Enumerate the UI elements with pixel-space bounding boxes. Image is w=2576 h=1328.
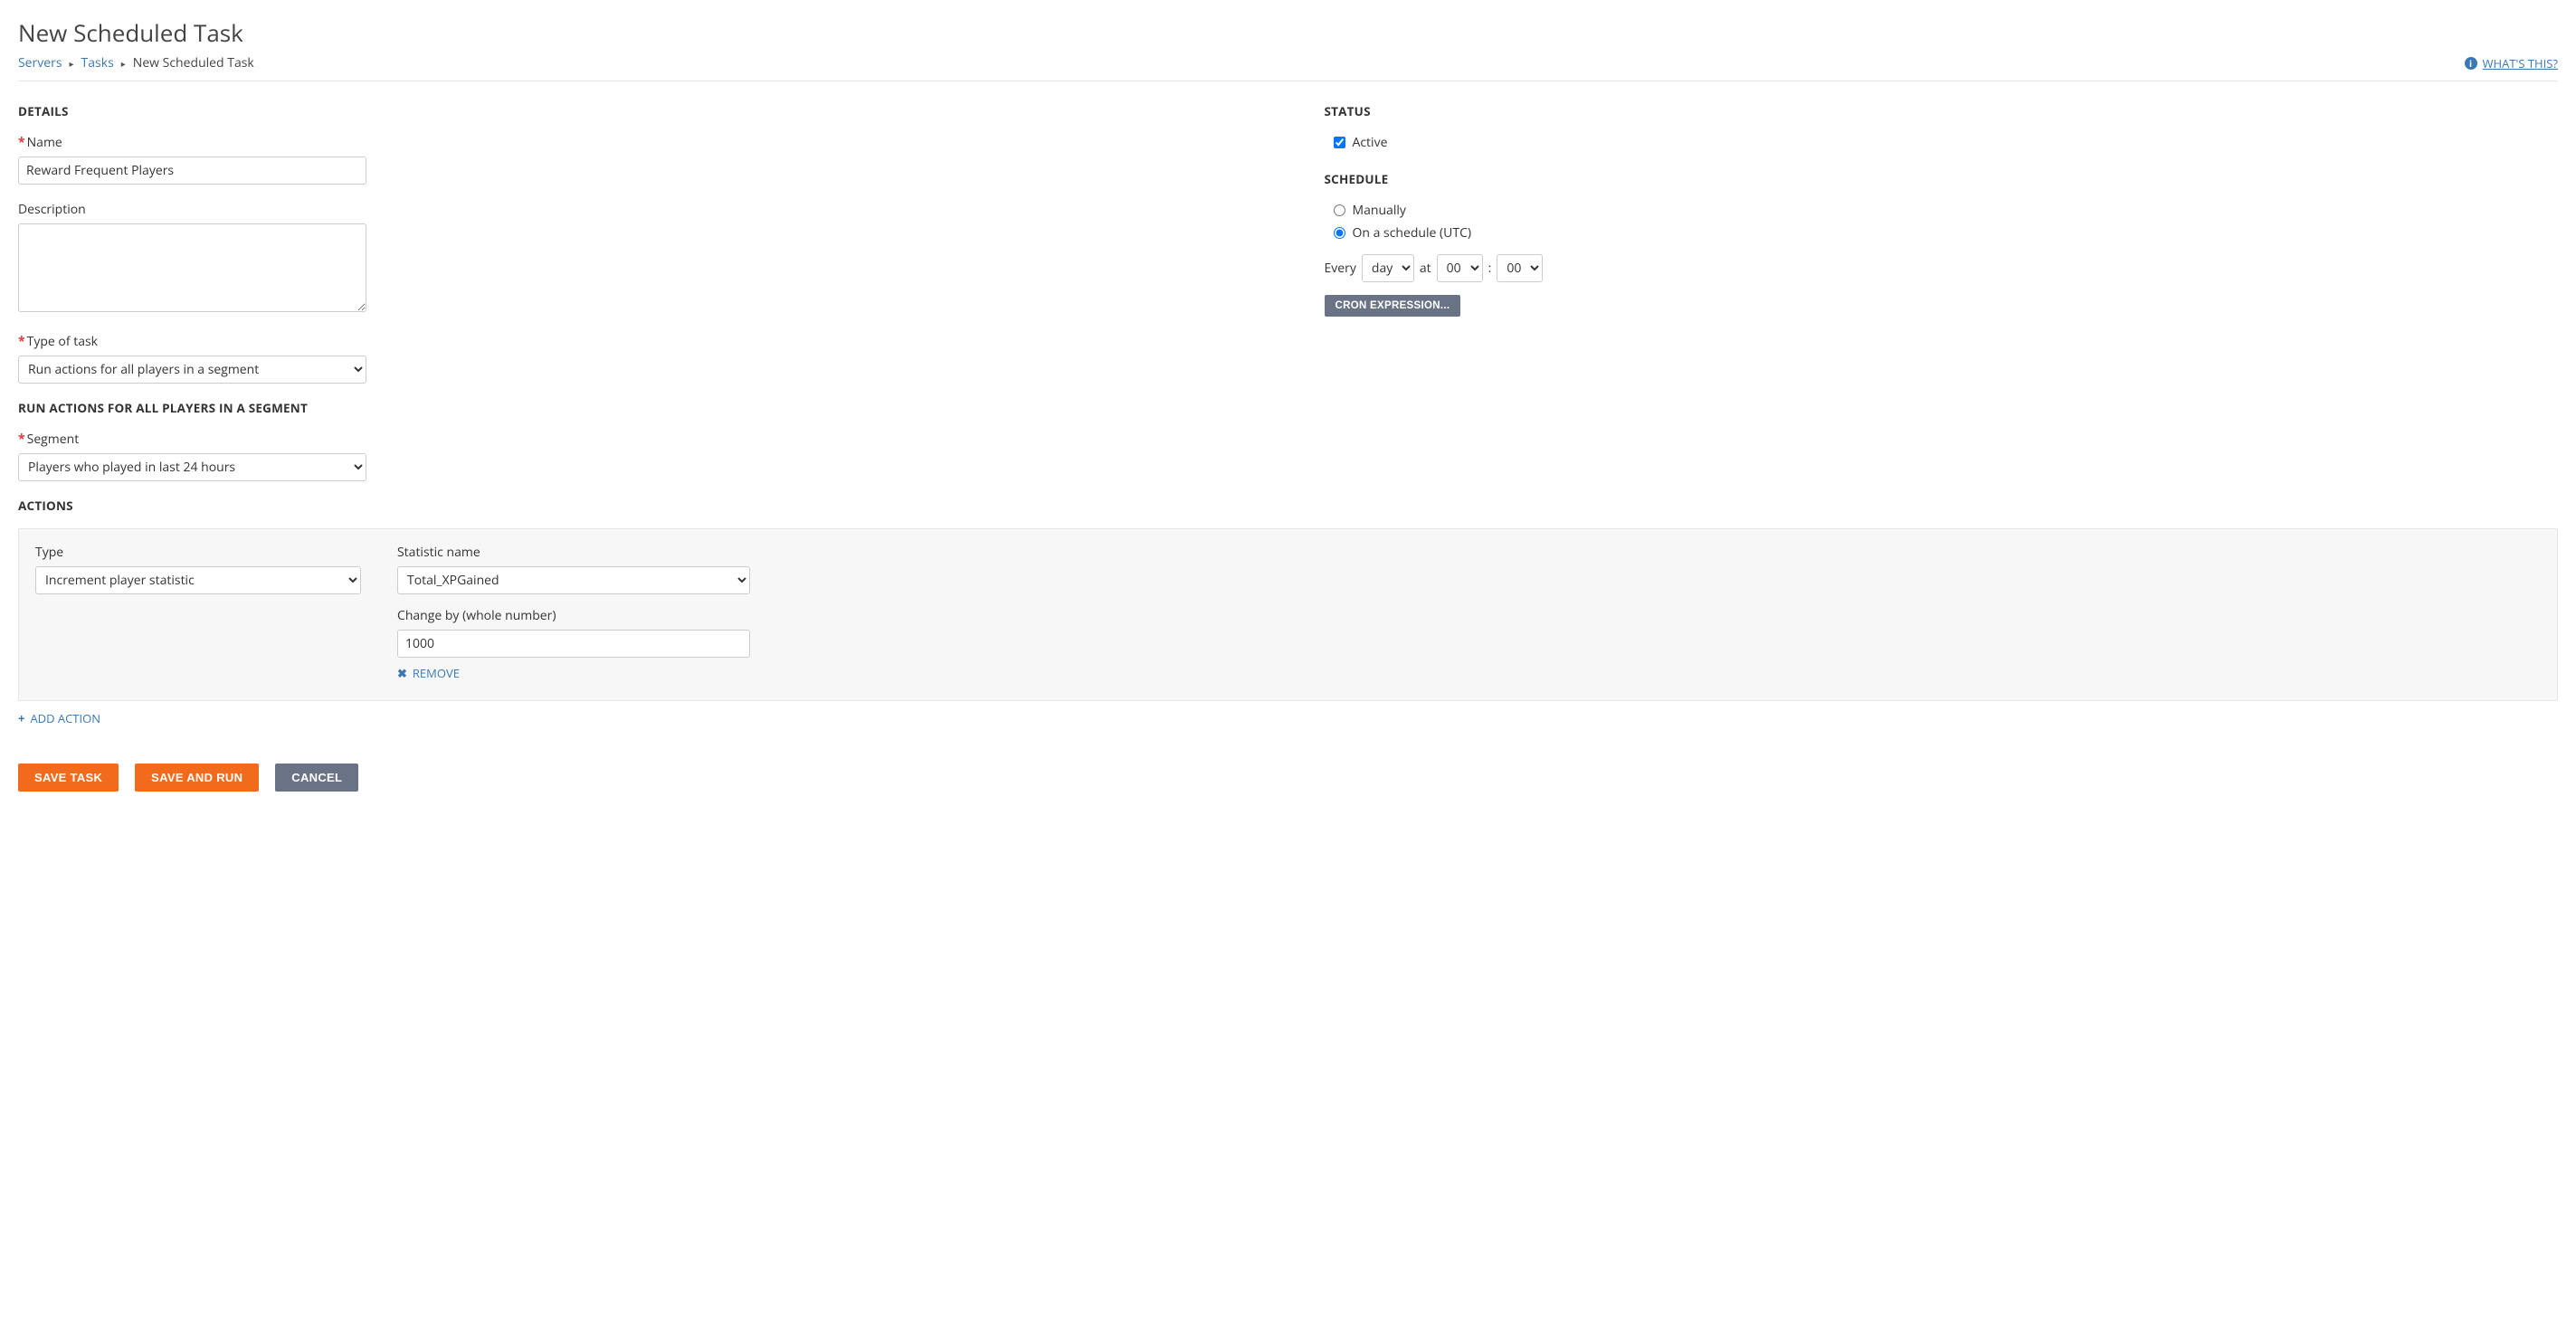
- whats-this-link[interactable]: i WHAT'S THIS?: [2465, 55, 2558, 71]
- statistic-name-label: Statistic name: [397, 544, 750, 561]
- action-type-label: Type: [35, 544, 361, 561]
- manually-label: Manually: [1353, 202, 1406, 219]
- actions-heading: ACTIONS: [18, 498, 1288, 514]
- save-and-run-button[interactable]: SAVE AND RUN: [135, 764, 259, 792]
- page-title: New Scheduled Task: [18, 16, 2558, 49]
- every-label: Every: [1325, 260, 1356, 277]
- cron-expression-button[interactable]: CRON EXPRESSION...: [1325, 295, 1461, 317]
- name-field[interactable]: [18, 157, 366, 185]
- at-label: at: [1420, 260, 1431, 277]
- breadcrumb-tasks[interactable]: Tasks: [81, 54, 114, 71]
- segment-label: *Segment: [18, 431, 366, 448]
- segment-section-heading: RUN ACTIONS FOR ALL PLAYERS IN A SEGMENT: [18, 400, 1288, 416]
- segment-select[interactable]: Players who played in last 24 hours: [18, 453, 366, 481]
- breadcrumb-servers[interactable]: Servers: [18, 54, 62, 71]
- status-heading: STATUS: [1325, 103, 2559, 119]
- schedule-unit-select[interactable]: day: [1362, 254, 1414, 282]
- active-label: Active: [1353, 134, 1388, 151]
- description-label: Description: [18, 201, 366, 218]
- schedule-hour-select[interactable]: 00: [1437, 254, 1483, 282]
- actions-card: Type Increment player statistic Statisti…: [18, 528, 2558, 701]
- remove-icon: ✖: [397, 665, 407, 681]
- plus-icon: +: [18, 710, 24, 726]
- info-icon: i: [2465, 57, 2477, 70]
- manually-radio[interactable]: [1334, 204, 1345, 216]
- breadcrumb: Servers ▸ Tasks ▸ New Scheduled Task: [18, 54, 254, 71]
- type-of-task-label-text: Type of task: [27, 333, 98, 350]
- breadcrumb-row: Servers ▸ Tasks ▸ New Scheduled Task i W…: [18, 54, 2558, 81]
- breadcrumb-sep-icon: ▸: [121, 57, 126, 70]
- time-colon: :: [1488, 260, 1492, 277]
- name-label-text: Name: [27, 134, 62, 151]
- add-action-link[interactable]: + ADD ACTION: [18, 710, 100, 726]
- segment-label-text: Segment: [27, 431, 80, 448]
- add-action-label: ADD ACTION: [30, 710, 100, 726]
- on-schedule-label: On a schedule (UTC): [1353, 224, 1472, 242]
- active-checkbox[interactable]: [1334, 137, 1345, 148]
- type-of-task-label: *Type of task: [18, 333, 366, 350]
- remove-action-label: REMOVE: [413, 665, 460, 681]
- action-type-select[interactable]: Increment player statistic: [35, 566, 361, 594]
- statistic-name-select[interactable]: Total_XPGained: [397, 566, 750, 594]
- type-of-task-select[interactable]: Run actions for all players in a segment: [18, 356, 366, 384]
- whats-this-label: WHAT'S THIS?: [2483, 55, 2558, 71]
- cancel-button[interactable]: CANCEL: [275, 764, 358, 792]
- change-by-label: Change by (whole number): [397, 607, 750, 624]
- description-field[interactable]: [18, 223, 366, 312]
- schedule-heading: SCHEDULE: [1325, 171, 2559, 187]
- name-label: *Name: [18, 134, 366, 151]
- breadcrumb-current: New Scheduled Task: [133, 54, 254, 71]
- schedule-minute-select[interactable]: 00: [1497, 254, 1543, 282]
- breadcrumb-sep-icon: ▸: [70, 57, 74, 70]
- on-schedule-radio[interactable]: [1334, 227, 1345, 239]
- remove-action-link[interactable]: ✖ REMOVE: [397, 665, 460, 681]
- details-heading: DETAILS: [18, 103, 1288, 119]
- save-task-button[interactable]: SAVE TASK: [18, 764, 119, 792]
- change-by-field[interactable]: [397, 630, 750, 658]
